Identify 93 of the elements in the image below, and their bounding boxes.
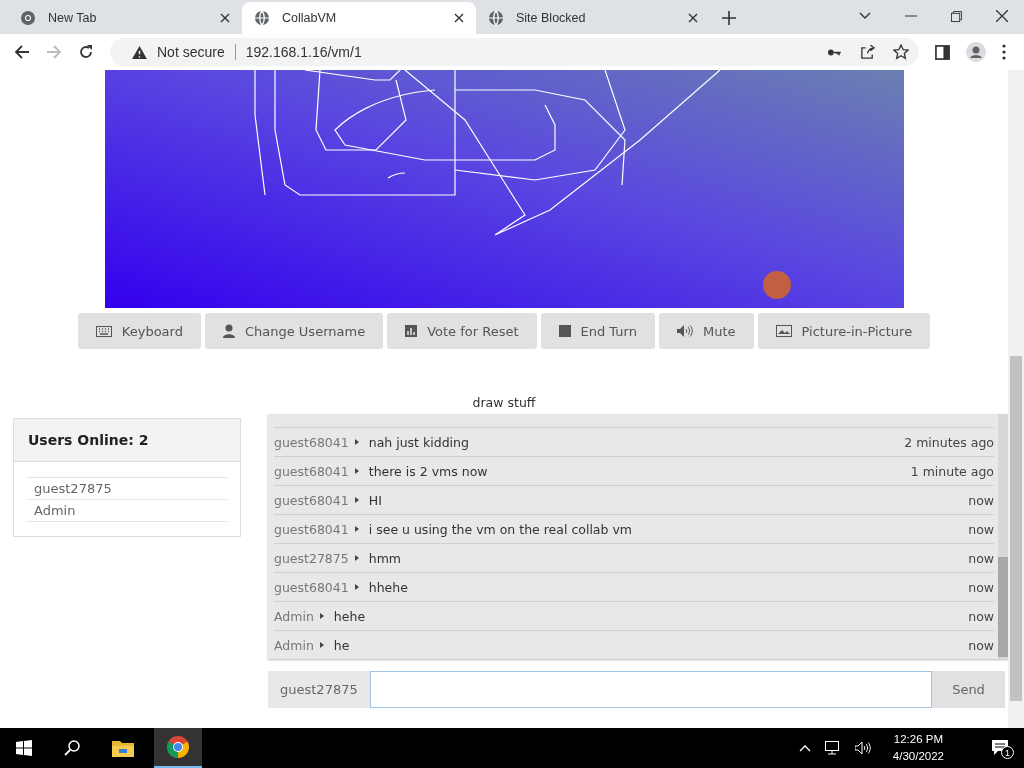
chrome-logo-icon — [20, 10, 36, 26]
reload-icon[interactable] — [78, 44, 94, 60]
users-heading: Users Online: 2 — [14, 419, 240, 462]
triangle-icon — [354, 555, 359, 561]
chat-username: guest68041 — [274, 521, 349, 537]
chat-message: i see u using the vm on the real collab vm — [368, 521, 633, 537]
speaker-icon — [676, 325, 693, 337]
vm-title: draw stuff — [472, 395, 536, 410]
taskbar-app-button[interactable] — [154, 728, 202, 768]
chat-username: Admin — [274, 608, 314, 624]
triangle-icon — [319, 613, 324, 619]
chat-time: now — [968, 492, 994, 508]
key-icon[interactable] — [827, 47, 842, 57]
chat-message: he — [333, 637, 351, 653]
chat-username: Admin — [274, 637, 314, 653]
side-panel-icon[interactable] — [935, 44, 950, 60]
tab-title: Site Blocked — [516, 11, 587, 25]
chat-time: now — [968, 608, 994, 624]
chevron-down-icon[interactable] — [859, 12, 871, 20]
warning-icon — [132, 45, 147, 59]
network-icon[interactable] — [824, 741, 841, 755]
chat-username: guest68041 — [274, 579, 349, 595]
toolbar-button[interactable]: Vote for Reset — [387, 313, 537, 349]
star-icon[interactable] — [893, 44, 909, 60]
chat-message: hmm — [368, 550, 402, 566]
user-icon — [222, 324, 235, 338]
chat-input-field[interactable] — [369, 671, 932, 708]
triangle-icon — [319, 642, 324, 648]
notification-badge: 1 — [1001, 746, 1014, 759]
close-icon[interactable] — [996, 10, 1008, 22]
clock-date[interactable]: 4/30/2022 — [892, 748, 944, 765]
chat-time: 2 minutes ago — [904, 434, 994, 450]
back-arrow-icon[interactable] — [14, 44, 30, 60]
toolbar-button[interactable]: End Turn — [540, 313, 655, 349]
clock-time[interactable]: 12:26 PM — [893, 731, 944, 748]
triangle-icon — [354, 497, 359, 503]
chat-time: now — [968, 579, 994, 595]
triangle-icon — [354, 526, 359, 532]
scrollbar-thumb[interactable] — [998, 557, 1008, 657]
chat-time: now — [968, 521, 994, 537]
globe-icon — [488, 10, 504, 26]
share-icon[interactable] — [860, 44, 875, 60]
triangle-icon — [354, 439, 359, 445]
chat-message: hhehe — [368, 579, 409, 595]
speaker-icon[interactable] — [854, 742, 871, 754]
user-list-item[interactable]: guest27875 — [27, 478, 227, 500]
toolbar-button[interactable]: Keyboard — [77, 313, 201, 349]
toolbar-button[interactable]: Picture-in-Picture — [757, 313, 931, 349]
close-icon[interactable] — [688, 13, 698, 23]
search-icon[interactable] — [64, 740, 80, 756]
close-icon[interactable] — [454, 13, 464, 23]
folder-icon[interactable] — [112, 739, 134, 757]
menu-icon[interactable] — [1002, 44, 1006, 60]
new-tab-icon[interactable] — [722, 11, 736, 25]
chat-username: guest68041 — [274, 463, 349, 479]
send-button[interactable]: Send — [932, 671, 1005, 708]
stop-icon — [558, 325, 571, 337]
browser-tab[interactable]: New Tab — [8, 2, 242, 34]
chat-username: guest27875 — [274, 550, 349, 566]
toolbar-button[interactable]: Mute — [658, 313, 754, 349]
windows-logo-icon[interactable] — [16, 740, 32, 756]
picture-icon — [775, 325, 792, 337]
keyboard-icon — [95, 325, 112, 337]
url-text: 192.168.1.16/vm/1 — [245, 44, 362, 60]
profile-icon[interactable] — [966, 42, 986, 62]
tab-title: New Tab — [48, 11, 98, 25]
chat-time: 1 minute ago — [910, 463, 994, 479]
security-label: Not secure — [157, 44, 236, 60]
tab-title: CollabVM — [282, 11, 338, 25]
chat-username: guest68041 — [274, 492, 349, 508]
scrollbar-thumb[interactable] — [1010, 356, 1022, 701]
chat-time: now — [968, 550, 994, 566]
bar-chart-icon — [405, 325, 418, 337]
chat-time: now — [968, 637, 994, 653]
chat-message: nah just kidding — [368, 434, 470, 450]
user-list-item[interactable]: Admin — [27, 500, 227, 522]
chat-message: hehe — [333, 608, 367, 624]
chat-message: HI — [368, 492, 383, 508]
chat-username-label: guest27875 — [268, 671, 370, 708]
chevron-up-icon[interactable] — [798, 744, 811, 752]
close-icon[interactable] — [220, 13, 230, 23]
browser-tab[interactable]: Site Blocked — [476, 2, 710, 34]
chat-username: guest68041 — [274, 434, 349, 450]
vm-screen-drawing[interactable] — [104, 70, 904, 308]
address-bar[interactable]: Not secure 192.168.1.16/vm/1 — [110, 38, 919, 66]
browser-tab[interactable]: CollabVM — [242, 2, 476, 34]
chat-message: there is 2 vms now — [368, 463, 489, 479]
toolbar-button[interactable]: Change Username — [204, 313, 384, 349]
globe-icon — [254, 10, 270, 26]
triangle-icon — [354, 584, 359, 590]
restore-icon[interactable] — [951, 10, 962, 22]
chrome-logo-icon — [166, 735, 190, 759]
triangle-icon — [354, 468, 359, 474]
